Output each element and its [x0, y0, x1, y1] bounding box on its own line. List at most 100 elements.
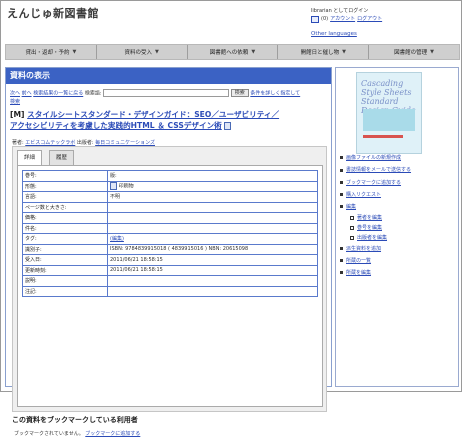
- back-to-results-link[interactable]: 検索結果の一覧に戻る: [33, 91, 83, 97]
- sidebar-item-bookmark[interactable]: ブックマークに追加する: [340, 177, 456, 189]
- sidebar-item-item-list[interactable]: 所蔵の一覧: [340, 255, 456, 267]
- chevron-down-icon: ▼: [155, 49, 159, 55]
- attr-key: 件名:: [22, 222, 108, 234]
- sidebar-item-email[interactable]: 書誌情報をメールで送信する: [340, 167, 456, 174]
- account-link[interactable]: アカウント: [330, 15, 355, 23]
- bullet-icon: [350, 216, 354, 220]
- attr-value: (編集): [107, 233, 318, 245]
- attr-key: 識別子:: [22, 243, 108, 255]
- advanced-search-link[interactable]: 条件を詳しく指定して: [250, 91, 300, 97]
- sidebar-item-purchase-request[interactable]: 購入リクエスト: [340, 189, 456, 201]
- attr-key: 価格:: [22, 212, 108, 224]
- book-title-link-cont[interactable]: アクセシビリティを考慮した実践的HTML ＆ CSSデザイン術: [10, 121, 222, 130]
- tab-details[interactable]: 詳細: [17, 150, 43, 166]
- attr-value: 版:: [107, 170, 318, 182]
- chevron-down-icon: ▼: [430, 49, 435, 55]
- login-status: librarian としてログイン: [311, 8, 369, 14]
- nav-item-admin[interactable]: 図書館の管理 ▼: [369, 45, 459, 59]
- sidebar-item-new-image[interactable]: 画像ファイルの新規作成: [340, 152, 456, 164]
- attr-value: 不明: [107, 191, 318, 203]
- chevron-down-icon: ▼: [72, 49, 77, 55]
- sidebar-item-label[interactable]: 所蔵の一覧: [346, 255, 371, 267]
- attr-value: 印刷物: [107, 180, 318, 192]
- attr-key: 受入日:: [22, 254, 108, 266]
- sidebar-item-edit-series[interactable]: 巻号を編集: [340, 223, 456, 233]
- site-title[interactable]: えんじゅ新図書館: [7, 5, 99, 21]
- prev-link[interactable]: 次へ: [10, 91, 20, 97]
- table-row: 識別子: ISBN: 9784839915018 ( 4839915016 ) …: [22, 243, 318, 255]
- book-cover-image[interactable]: Cascading Style Sheets Standard Design G…: [356, 72, 422, 154]
- sidebar-item-label[interactable]: 購入リクエスト: [346, 189, 381, 201]
- attr-value: [107, 212, 318, 224]
- search-input[interactable]: [103, 89, 230, 97]
- attr-value: [107, 275, 318, 287]
- sidebar-item-label[interactable]: 編集: [346, 201, 356, 213]
- table-row: 件名:: [22, 222, 318, 234]
- table-row: 更新時刻: 2011/06/21 18:58:15: [22, 264, 318, 276]
- book-title: [M] スタイルシートスタンダード・デザインガイド：SEO／ユーザビリティ／ ア…: [10, 109, 328, 131]
- advanced-search-link-cont[interactable]: 検索: [10, 99, 20, 105]
- edit-tags-link[interactable]: (編集): [110, 236, 124, 242]
- nav-item-acquisition[interactable]: 資料の受入 ▼: [97, 45, 188, 59]
- nav-item-requests[interactable]: 図書館への依頼 ▼: [188, 45, 279, 59]
- cover-stripe: [363, 135, 403, 138]
- print-material-icon: [110, 182, 117, 191]
- attr-key: 巻号:: [22, 170, 108, 182]
- cart-icon[interactable]: [311, 15, 319, 23]
- bookmark-status: ブックマークされていません。 ブックマークに追加する: [14, 430, 140, 437]
- sidebar-item-label[interactable]: 派生資料を追加: [346, 243, 381, 255]
- next-link[interactable]: 前へ: [22, 91, 32, 97]
- add-bookmark-link[interactable]: ブックマークに追加する: [85, 431, 140, 437]
- sidebar-item-label[interactable]: ブックマークに追加する: [346, 177, 401, 189]
- sidebar-item-edit-publishers[interactable]: 出版者を編集: [340, 233, 456, 243]
- table-row: ページ数と大きさ:: [22, 201, 318, 213]
- attr-value: [107, 285, 318, 297]
- sidebar-item-label[interactable]: 巻号を編集: [357, 223, 382, 233]
- attr-key: 形態:: [22, 180, 108, 192]
- other-languages-link[interactable]: Other languages: [311, 31, 357, 37]
- bullet-icon: [340, 193, 343, 196]
- search-button[interactable]: 検索: [230, 89, 249, 97]
- bullet-icon: [340, 205, 343, 208]
- sidebar-menu: 画像ファイルの新規作成 書誌情報をメールで送信する ブックマークに追加する 購入…: [340, 152, 456, 279]
- attr-value: 2011/06/21 18:58:15: [107, 264, 318, 276]
- bookmark-heading: この資料をブックマークしている利用者: [12, 416, 138, 424]
- sidebar-item-edit-items[interactable]: 所蔵を編集: [340, 267, 456, 279]
- cover-graphic: [363, 109, 415, 131]
- sidebar-item-label[interactable]: 所蔵を編集: [346, 267, 371, 279]
- nav-item-circulation[interactable]: 貸出・返却・予約 ▼: [6, 45, 97, 59]
- attr-value: 2011/06/21 18:58:15: [107, 254, 318, 266]
- nav-label: 貸出・返却・予約: [25, 50, 70, 56]
- app-frame: えんじゅ新図書館 librarian としてログイン (0) アカウント ログア…: [0, 0, 462, 437]
- result-navigation: 次へ 前へ 検索結果の一覧に戻る 検索語: 検索 条件を詳しく指定して 検索: [10, 89, 328, 106]
- tab-history[interactable]: 履歴: [49, 150, 75, 165]
- table-row: 巻号: 版:: [22, 170, 318, 182]
- nav-item-events[interactable]: 開館日と催し物 ▼: [278, 45, 370, 59]
- bullet-icon: [340, 271, 343, 274]
- sidebar: Cascading Style Sheets Standard Design G…: [335, 67, 459, 387]
- attributes-table: 巻号: 版: 形態: 印刷物 言語: 不明 ページ数と大きさ: 価格: 件名: …: [22, 170, 318, 297]
- sidebar-item-label[interactable]: 書誌情報をメールで送信する: [346, 167, 411, 174]
- sidebar-item-label[interactable]: 著者を編集: [357, 213, 382, 223]
- logout-link[interactable]: ログアウト: [357, 15, 382, 23]
- bullet-icon: [340, 259, 343, 262]
- table-row: 言語: 不明: [22, 191, 318, 203]
- nav-label: 図書館の管理: [394, 50, 428, 56]
- book-title-link[interactable]: スタイルシートスタンダード・デザインガイド：SEO／ユーザビリティ／: [27, 110, 279, 119]
- bullet-icon: [340, 169, 343, 172]
- table-row: 価格:: [22, 212, 318, 224]
- sidebar-item-edit-authors[interactable]: 著者を編集: [340, 213, 456, 223]
- book-icon[interactable]: [224, 122, 232, 130]
- sidebar-item-label[interactable]: 画像ファイルの新規作成: [346, 152, 401, 164]
- attr-key: 言語:: [22, 191, 108, 203]
- bullet-icon: [340, 156, 343, 159]
- sidebar-item-edit[interactable]: 編集: [340, 201, 456, 213]
- main-panel: 資料の表示 次へ 前へ 検索結果の一覧に戻る 検索語: 検索 条件を詳しく指定し…: [5, 67, 332, 437]
- attr-value: [107, 201, 318, 213]
- nav-label: 資料の受入: [124, 50, 153, 56]
- sidebar-item-label[interactable]: 出版者を編集: [357, 233, 387, 243]
- attr-value: [107, 222, 318, 234]
- sidebar-item-add-derived[interactable]: 派生資料を追加: [340, 243, 456, 255]
- nav-label: 図書館への依頼: [209, 50, 249, 56]
- bullet-icon: [340, 247, 343, 250]
